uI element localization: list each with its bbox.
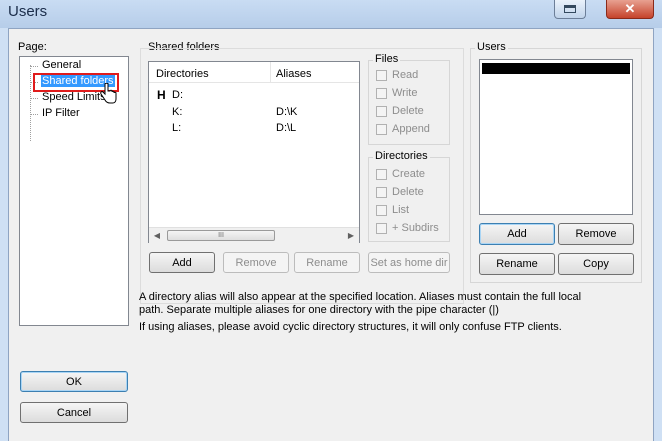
info-text-line-2: path. Separate multiple aliases for one … [139,304,499,316]
page-item-speed-limits[interactable]: Speed Limits [42,91,106,103]
dialog-client-area: Page: General Shared folders Speed Limit… [8,28,654,441]
checkbox-box [376,105,387,117]
list-header: Directories Aliases [149,62,359,83]
scroll-right-icon[interactable]: ▶ [343,228,359,243]
scroll-grip-icon: III [218,232,224,239]
horizontal-scrollbar[interactable]: ◀ III ▶ [149,227,359,243]
checkbox-box [376,186,387,198]
dir-create-checkbox[interactable]: Create [376,168,425,180]
column-header-aliases[interactable]: Aliases [276,68,311,80]
rename-user-button[interactable]: Rename [479,253,555,275]
add-folder-button[interactable]: Add [149,252,215,273]
info-text-line-3: If using aliases, please avoid cyclic di… [139,321,562,333]
set-home-dir-button[interactable]: Set as home dir [368,252,450,273]
remove-folder-button[interactable]: Remove [223,252,289,273]
file-append-checkbox[interactable]: Append [376,123,430,135]
remove-user-button[interactable]: Remove [558,223,634,245]
cancel-button[interactable]: Cancel [20,402,128,423]
window-menu-icon [564,5,576,13]
tree-line [30,66,38,67]
checkbox-box [376,87,387,99]
column-divider [270,62,271,82]
row-directory: L: [172,122,182,134]
tree-line [30,98,38,99]
close-icon: ✕ [624,1,636,16]
scroll-left-icon[interactable]: ◀ [149,228,165,243]
files-group-title: Files [373,53,401,65]
checkbox-label: Append [392,123,430,135]
title-bar: Users ✕ [0,0,662,28]
row-alias: D:\K [276,106,298,118]
row-directory: D: [172,89,183,101]
hand-cursor-icon [100,83,117,104]
checkbox-label: List [392,204,410,216]
dir-delete-checkbox[interactable]: Delete [376,186,424,198]
home-dir-marker: H [157,88,166,102]
file-delete-checkbox[interactable]: Delete [376,105,424,117]
table-row[interactable]: H D: [149,87,359,103]
checkbox-label: Read [392,69,419,81]
ok-button[interactable]: OK [20,371,128,392]
page-tree[interactable]: General Shared folders Speed Limits IP F… [19,56,129,326]
page-label: Page: [18,41,47,53]
tree-line [30,65,31,141]
copy-user-button[interactable]: Copy [558,253,634,275]
users-group-title: Users [475,41,508,53]
checkbox-box [376,204,387,216]
selected-user-row[interactable] [482,63,630,74]
table-row[interactable]: L: D:\L [149,120,359,136]
close-button[interactable]: ✕ [606,0,654,19]
rename-folder-button[interactable]: Rename [294,252,360,273]
tree-line [30,114,38,115]
checkbox-label: Create [392,168,426,180]
checkbox-label: Delete [392,186,424,198]
checkbox-label: Write [392,87,418,99]
scroll-thumb[interactable]: III [167,230,275,241]
checkbox-label: Delete [392,105,424,117]
add-user-button[interactable]: Add [479,223,555,245]
dir-subdirs-checkbox[interactable]: + Subdirs [376,222,439,234]
table-row[interactable]: K: D:\K [149,104,359,120]
directories-group-title: Directories [373,150,430,162]
row-directory: K: [172,106,183,118]
file-write-checkbox[interactable]: Write [376,87,417,99]
checkbox-box [376,222,387,234]
checkbox-box [376,168,387,180]
checkbox-box [376,123,387,135]
info-text-line-1: A directory alias will also appear at th… [139,291,582,303]
dir-list-checkbox[interactable]: List [376,204,409,216]
window-icon-button[interactable] [554,0,586,19]
window-title: Users [8,3,48,20]
users-list[interactable] [479,59,633,215]
directory-list[interactable]: Directories Aliases H D: K: D:\K L: D:\L… [148,61,360,243]
checkbox-box [376,69,387,81]
file-read-checkbox[interactable]: Read [376,69,418,81]
checkbox-label: + Subdirs [392,222,439,234]
row-alias: D:\L [276,122,297,134]
page-item-general[interactable]: General [42,59,81,71]
column-header-directories[interactable]: Directories [156,68,209,80]
page-item-ip-filter[interactable]: IP Filter [42,107,80,119]
